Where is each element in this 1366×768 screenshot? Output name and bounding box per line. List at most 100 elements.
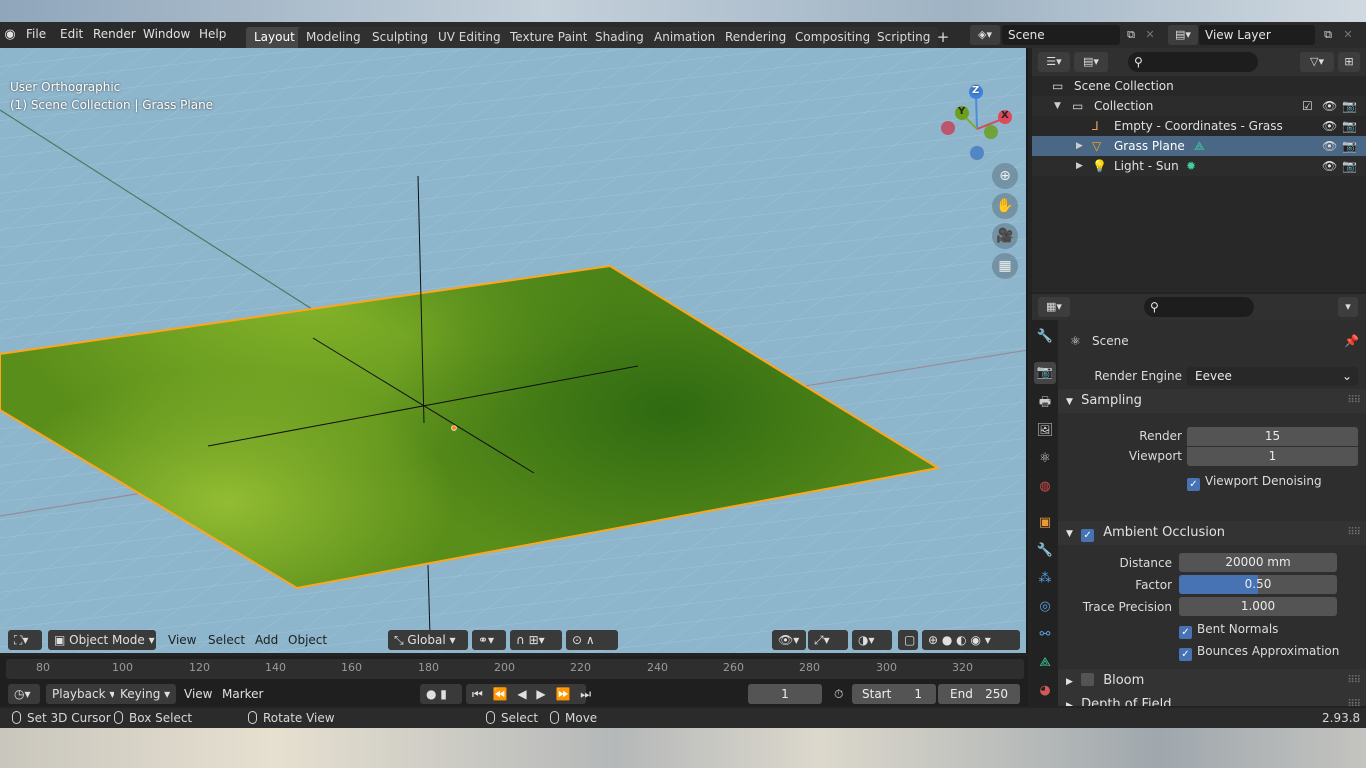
expand-arrow-icon[interactable]: ▼ [1054,99,1061,113]
visibility-eye-icon[interactable]: 👁 [1322,139,1337,153]
view-layer-browse-button[interactable]: ▤▾ [1168,25,1198,45]
object-tab-icon[interactable]: ▣ [1034,512,1056,534]
new-collection-icon[interactable]: ⊞ [1338,52,1360,72]
overlay-toggle-icon[interactable]: ◑▾ [852,630,892,650]
close-scene-icon[interactable]: ✕ [1142,25,1158,45]
tab-layout[interactable]: Layout [246,27,303,48]
current-frame-field[interactable]: 1 [748,684,822,704]
ortho-grid-icon[interactable]: ▦ [992,253,1018,279]
blender-logo-icon[interactable]: ◉ [2,27,18,43]
tab-animation[interactable]: Animation [646,27,724,48]
bloom-panel-header[interactable]: ▶ Bloom ⠿⠿ [1058,669,1366,693]
menu-window[interactable]: Window [143,27,190,41]
outliner-row-light[interactable]: ▶ 💡 Light - Sun ✹ 👁 📷 [1032,156,1366,176]
gizmo-toggle-icon[interactable]: ⤢▾ [808,630,848,650]
pivot-point-icon[interactable]: ⚭▾ [472,630,506,650]
menu-file[interactable]: File [26,27,46,41]
timeline-editor-type-icon[interactable]: ◷▾ [8,684,40,704]
snapping-icon[interactable]: ∩ ⊞▾ [510,630,562,650]
zoom-icon[interactable]: ⊕ [992,163,1018,189]
physics-tab-icon[interactable]: ◎ [1034,596,1056,618]
render-engine-select[interactable]: Eevee ⌄ [1187,367,1358,386]
mesh-data-icon[interactable]: ⟁ [1194,139,1205,153]
copy-scene-icon[interactable]: ⧉ [1121,25,1141,45]
visibility-icon[interactable]: 👁▾ [772,630,806,650]
render-camera-icon[interactable]: 📷 [1342,99,1357,113]
ao-distance-field[interactable]: 20000 mm [1179,553,1337,572]
close-view-layer-icon[interactable]: ✕ [1340,25,1356,45]
filter-icon[interactable]: ▽▾ [1300,52,1334,72]
samples-render-field[interactable]: 15 [1187,427,1358,446]
particles-tab-icon[interactable]: ⁂ [1034,568,1056,590]
sampling-panel-header[interactable]: ▼ Sampling ⠿⠿ [1058,389,1366,413]
bent-normals-checkbox[interactable]: ✓ Bent Normals [1179,622,1278,639]
ao-factor-slider[interactable]: 0.50 [1179,575,1337,594]
playback-menu[interactable]: Playback ▾ [46,684,122,704]
menu-render[interactable]: Render [93,27,136,41]
tab-uv-editing[interactable]: UV Editing [430,27,509,48]
display-mode-icon[interactable]: ▤▾ [1074,52,1108,72]
depth-of-field-panel-header[interactable]: ▶ Depth of Field ⠿⠿ [1058,693,1366,706]
viewport-menu-view[interactable]: View [162,630,202,650]
tab-rendering[interactable]: Rendering [717,27,795,48]
sun-data-icon[interactable]: ✹ [1186,159,1196,173]
outliner-search-input[interactable]: ⚲ [1128,52,1258,72]
menu-edit[interactable]: Edit [60,27,83,41]
view-layer-name-field[interactable]: View Layer [1199,25,1315,45]
frame-ruler[interactable]: 80 100 120 140 160 180 200 220 240 260 2… [6,659,1024,679]
tab-texture-paint[interactable]: Texture Paint [502,27,596,48]
pin-icon[interactable]: 📌 [1344,334,1359,348]
properties-search-input[interactable]: ⚲ [1144,297,1254,317]
output-tab-icon[interactable]: 🖶 [1034,392,1056,414]
outliner-editor-type-icon[interactable]: ☰▾ [1038,52,1070,72]
tab-compositing[interactable]: Compositing [787,27,879,48]
outliner-row-grass-plane[interactable]: ▶ ▽ Grass Plane ⟁ 👁 📷 [1032,136,1366,156]
data-tab-icon[interactable]: ⟁ [1034,652,1056,674]
timeline-view-menu[interactable]: View [178,684,218,704]
viewport-menu-object[interactable]: Object [282,630,333,650]
outliner-row-scene-collection[interactable]: ▭ Scene Collection [1032,76,1366,96]
drag-grip-icon[interactable]: ⠿⠿ [1347,693,1361,706]
end-frame-field[interactable]: End 250 [938,684,1020,704]
outliner-row-collection[interactable]: ▼ ▭ Collection ☑ 👁 📷 [1032,96,1366,116]
ao-trace-precision-field[interactable]: 1.000 [1179,597,1337,616]
expand-arrow-icon[interactable]: ▶ [1076,159,1083,173]
visibility-eye-icon[interactable]: 👁 [1322,159,1337,173]
scene-browse-button[interactable]: ◈▾ [970,25,1000,45]
properties-editor-type-icon[interactable]: ▦▾ [1038,297,1070,317]
outliner-row-empty[interactable]: ⅃ Empty - Coordinates - Grass 👁 📷 [1032,116,1366,136]
shading-mode-icons[interactable]: ⊕ ● ◐ ◉ ▾ [922,630,1020,650]
render-camera-icon[interactable]: 📷 [1342,139,1357,153]
view-layer-tab-icon[interactable]: 🖼 [1034,420,1056,442]
mode-select[interactable]: ▣ Object Mode ▾ [48,630,156,650]
keying-menu[interactable]: Keying ▾ [114,684,177,704]
ambient-occlusion-panel-header[interactable]: ▼ ✓ Ambient Occlusion ⠿⠿ [1058,521,1366,545]
menu-help[interactable]: Help [199,27,226,41]
tab-modeling[interactable]: Modeling [298,27,369,48]
scene-name-field[interactable]: Scene [1002,25,1120,45]
render-camera-icon[interactable]: 📷 [1342,119,1357,133]
orientation-select[interactable]: ⤡ Global ▾ [388,630,468,650]
viewport-denoising-checkbox[interactable]: ✓ Viewport Denoising [1187,474,1322,491]
bloom-checkbox[interactable] [1081,673,1095,686]
constraints-tab-icon[interactable]: ⚯ [1034,624,1056,646]
camera-view-icon[interactable]: 🎥 [992,223,1018,249]
world-tab-icon[interactable]: ◍ [1034,476,1056,498]
render-tab-icon[interactable]: 📷 [1034,362,1056,384]
playback-controls[interactable]: ⏮ ⏪ ◀ ▶ ⏩ ⏭ [466,684,591,704]
scene-tab-icon[interactable]: ⚛ [1034,448,1056,470]
viewport-menu-add[interactable]: Add [249,630,284,650]
expand-arrow-icon[interactable]: ▶ [1076,139,1083,153]
editor-type-icon[interactable]: ⛶▾ [8,630,42,650]
viewport-menu-select[interactable]: Select [202,630,251,650]
start-frame-field[interactable]: Start 1 [852,684,936,704]
tab-scripting[interactable]: Scripting [869,27,939,48]
proportional-edit-icon[interactable]: ⊙ ∧ [566,630,618,650]
3d-viewport[interactable]: User Orthographic (1) Scene Collection |… [0,48,1028,653]
material-tab-icon[interactable]: ◕ [1034,680,1056,702]
tool-tab-icon[interactable]: 🔧 [1034,326,1056,348]
copy-view-layer-icon[interactable]: ⧉ [1318,25,1338,45]
samples-viewport-field[interactable]: 1 [1187,447,1358,466]
tab-shading[interactable]: Shading [587,27,652,48]
timeline-marker-menu[interactable]: Marker [216,684,269,704]
